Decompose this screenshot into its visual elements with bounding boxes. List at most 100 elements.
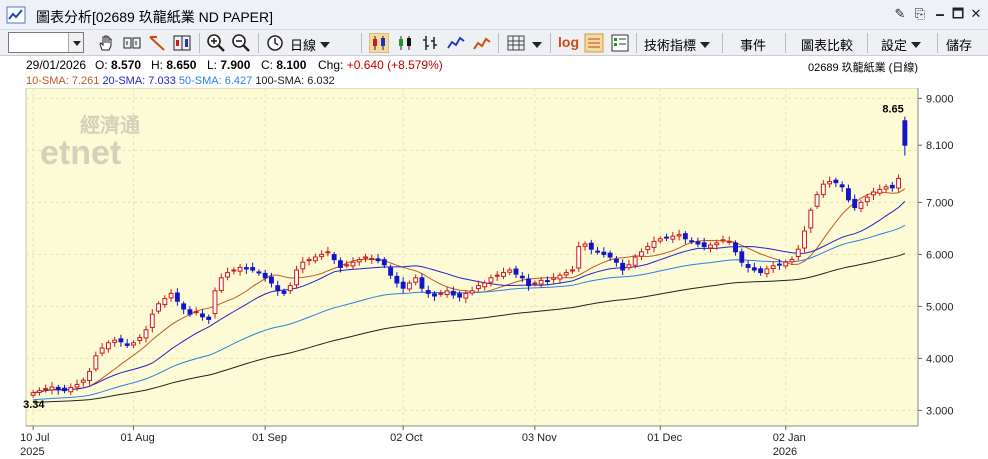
x-tick-label: 01 Dec xyxy=(647,432,682,444)
candle-body xyxy=(814,194,820,207)
candle-body xyxy=(112,339,118,343)
candle-body xyxy=(419,277,425,289)
candle-body xyxy=(776,263,782,266)
plot-area[interactable] xyxy=(25,87,919,427)
candle-body xyxy=(670,235,676,240)
chevron-down-icon xyxy=(911,42,922,48)
line-chart-icon[interactable] xyxy=(446,33,466,53)
y-tick-label: 8.100 xyxy=(926,140,954,152)
period-dropdown[interactable]: 日線 xyxy=(290,35,331,54)
crosshair-icon[interactable] xyxy=(122,33,142,53)
events-button[interactable]: 事件 xyxy=(740,35,766,54)
pan-hand-icon[interactable] xyxy=(96,33,116,53)
candle-body xyxy=(858,201,864,209)
candle-body xyxy=(676,234,682,237)
x-tick-year: 2026 xyxy=(773,446,797,458)
candle-body xyxy=(795,248,801,257)
candle-body xyxy=(802,230,807,249)
quote-change: Chg: +0.640 (+8.579%) xyxy=(318,58,443,72)
candle-green-icon[interactable] xyxy=(395,33,415,53)
compare-button[interactable]: 圖表比較 xyxy=(801,35,853,54)
indicators-dropdown[interactable]: 技術指標 xyxy=(644,35,711,54)
candle-body xyxy=(902,120,908,146)
candle-body xyxy=(105,342,111,350)
toolbar-divider xyxy=(937,33,938,53)
price-chart[interactable]: 經濟通 etnet 3.000 4.000 5.000 6.000 7.000 8.100… xyxy=(0,87,988,459)
candle-body xyxy=(639,251,644,257)
candle-body xyxy=(74,383,80,388)
indicators-label: 技術指標 xyxy=(644,38,697,53)
candle-body xyxy=(438,292,444,295)
candle-body xyxy=(745,264,751,268)
symbol-combo[interactable] xyxy=(8,32,84,53)
candle-body xyxy=(162,298,168,306)
candle-body xyxy=(770,265,776,269)
candle-body xyxy=(250,267,256,271)
quote-bar: 29/01/2026 O: 8.570 H: 8.650 L: 7.900 C:… xyxy=(0,57,988,74)
price-chart-svg[interactable]: 經濟通 etnet 3.0004.0005.0006.0007.0008.100… xyxy=(0,87,988,459)
candle-body xyxy=(789,259,795,263)
candle-body xyxy=(319,253,325,258)
candle xyxy=(576,241,582,272)
candle-body xyxy=(758,268,764,274)
minimize-icon[interactable]: 🗕 xyxy=(933,7,947,21)
candle-body xyxy=(444,290,450,296)
candle-body xyxy=(206,316,212,320)
candle-body xyxy=(30,392,36,396)
grid-icon[interactable] xyxy=(506,33,526,53)
chevron-down-icon[interactable] xyxy=(68,33,83,52)
candle-body xyxy=(871,191,876,196)
save-button[interactable]: 儲存 xyxy=(946,35,972,54)
candle-body xyxy=(243,267,249,270)
candle-body xyxy=(218,277,224,291)
clock-icon[interactable] xyxy=(265,33,285,53)
toolbar-divider xyxy=(361,33,362,53)
candle-body xyxy=(889,184,895,189)
candle-body xyxy=(714,242,720,246)
panel-list-icon[interactable] xyxy=(610,33,630,53)
settings-dropdown[interactable]: 設定 xyxy=(881,35,922,54)
mountain-chart-icon[interactable] xyxy=(472,33,492,53)
candle-body xyxy=(657,238,663,242)
x-tick-label: 03 Nov xyxy=(522,432,557,444)
log-scale-button[interactable]: log xyxy=(558,34,579,50)
candle-body xyxy=(507,269,513,273)
candle-body xyxy=(55,386,61,391)
candle-body xyxy=(613,258,619,263)
quote-close: C: 8.100 xyxy=(261,58,307,72)
candle-body xyxy=(49,386,55,391)
chart-app-icon xyxy=(6,6,26,24)
candle-body xyxy=(482,282,488,288)
candle-body xyxy=(369,258,375,261)
candle-body xyxy=(783,261,789,267)
draw-line-icon[interactable] xyxy=(147,33,167,53)
ohlc-bar-icon[interactable] xyxy=(420,33,440,53)
maximize-icon[interactable]: 🗖 xyxy=(951,7,965,21)
candle-body xyxy=(400,281,406,289)
close-icon[interactable]: ✕ xyxy=(969,7,983,21)
candle-body xyxy=(225,272,230,278)
zoom-in-icon[interactable] xyxy=(206,33,226,53)
candle-body xyxy=(36,390,42,393)
sma-legend: 10-SMA: 7.261 20-SMA: 7.033 50-SMA: 6.42… xyxy=(26,75,335,87)
candle-body xyxy=(877,188,883,194)
chevron-down-icon xyxy=(700,42,711,48)
candle-body xyxy=(538,279,544,285)
candle-body xyxy=(526,278,532,287)
candle-body xyxy=(457,293,463,298)
toolbar-divider xyxy=(722,33,723,53)
pin-icon[interactable]: ✎ xyxy=(893,7,907,21)
candlestick-chart-icon[interactable] xyxy=(369,33,389,53)
candle-body xyxy=(833,179,839,184)
copy-icon[interactable]: ⎘ xyxy=(913,7,927,21)
price-annotation: 3.34 xyxy=(23,399,45,411)
candle-body xyxy=(450,290,456,296)
price-annotation: 8.65 xyxy=(882,104,903,116)
zoom-out-icon[interactable] xyxy=(231,33,251,53)
chevron-down-icon[interactable] xyxy=(532,42,542,48)
candle-body xyxy=(149,313,155,328)
sma100-legend: 100-SMA: 6.032 xyxy=(255,75,335,87)
data-table-icon[interactable] xyxy=(584,33,604,53)
candle-body xyxy=(588,242,594,250)
split-view-icon[interactable] xyxy=(172,33,192,53)
